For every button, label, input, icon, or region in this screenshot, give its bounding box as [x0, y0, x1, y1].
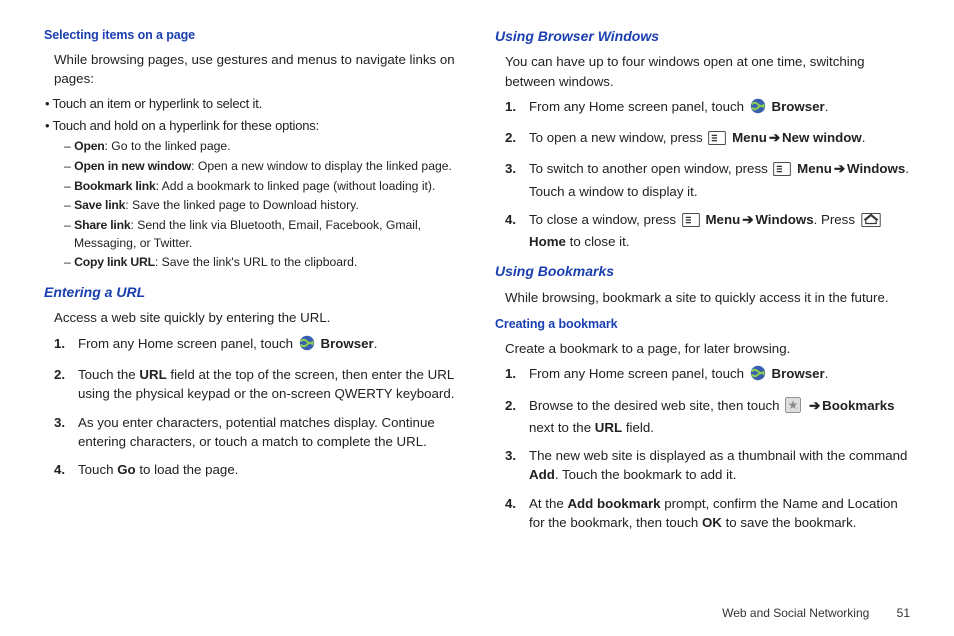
url-step-1: From any Home screen panel, touch Browse… — [54, 334, 459, 356]
win-step-1: From any Home screen panel, touch Browse… — [505, 97, 910, 119]
win-step-2: To open a new window, press Menu➔New win… — [505, 128, 910, 150]
heading-entering-url: Entering a URL — [44, 282, 459, 302]
bm-step-1: From any Home screen panel, touch Browse… — [505, 364, 910, 386]
dash-copy-url: Copy link URL: Save the link's URL to th… — [74, 254, 459, 272]
bookmark-steps: From any Home screen panel, touch Browse… — [505, 364, 910, 532]
windows-intro: You can have up to four windows open at … — [505, 52, 910, 91]
left-column: Selecting items on a page While browsing… — [44, 26, 459, 541]
win-step-4: To close a window, press Menu➔Windows. P… — [505, 210, 910, 252]
dash-share-link: Share link: Send the link via Bluetooth,… — [74, 217, 459, 252]
page-number: 51 — [897, 606, 910, 620]
page-footer: Web and Social Networking 51 — [722, 606, 910, 620]
url-step-3: As you enter characters, potential match… — [54, 413, 459, 452]
url-step-2: Touch the URL field at the top of the sc… — [54, 365, 459, 404]
heading-creating-bookmark: Creating a bookmark — [495, 315, 910, 333]
bookmarks-intro: While browsing, bookmark a site to quick… — [505, 288, 910, 307]
dash-open-new-window: Open in new window: Open a new window to… — [74, 158, 459, 176]
right-column: Using Browser Windows You can have up to… — [495, 26, 910, 541]
dash-save-link: Save link: Save the linked page to Downl… — [74, 197, 459, 215]
url-intro: Access a web site quickly by entering th… — [54, 308, 459, 327]
bm-step-3: The new web site is displayed as a thumb… — [505, 446, 910, 485]
dash-bookmark-link: Bookmark link: Add a bookmark to linked … — [74, 178, 459, 196]
browser-icon — [750, 365, 766, 386]
bookmark-icon — [785, 397, 801, 418]
bm-step-4: At the Add bookmark prompt, confirm the … — [505, 494, 910, 533]
url-steps: From any Home screen panel, touch Browse… — [54, 334, 459, 480]
browser-icon — [750, 98, 766, 119]
menu-icon — [773, 162, 791, 181]
heading-selecting-items: Selecting items on a page — [44, 26, 459, 44]
create-bookmark-intro: Create a bookmark to a page, for later b… — [505, 339, 910, 358]
win-step-3: To switch to another open window, press … — [505, 159, 910, 201]
heading-using-bookmarks: Using Bookmarks — [495, 261, 910, 281]
home-icon — [861, 213, 881, 232]
menu-icon — [682, 213, 700, 232]
dash-open: Open: Go to the linked page. — [74, 138, 459, 156]
heading-browser-windows: Using Browser Windows — [495, 26, 910, 46]
bullet-touch-select: Touch an item or hyperlink to select it. — [54, 95, 459, 114]
bullet-touch-hold: Touch and hold on a hyperlink for these … — [54, 117, 459, 136]
browser-icon — [299, 335, 315, 356]
url-step-4: Touch Go to load the page. — [54, 460, 459, 479]
intro-text: While browsing pages, use gestures and m… — [54, 50, 459, 89]
bm-step-2: Browse to the desired web site, then tou… — [505, 396, 910, 438]
footer-section: Web and Social Networking — [722, 606, 869, 620]
windows-steps: From any Home screen panel, touch Browse… — [505, 97, 910, 252]
menu-icon — [708, 131, 726, 150]
